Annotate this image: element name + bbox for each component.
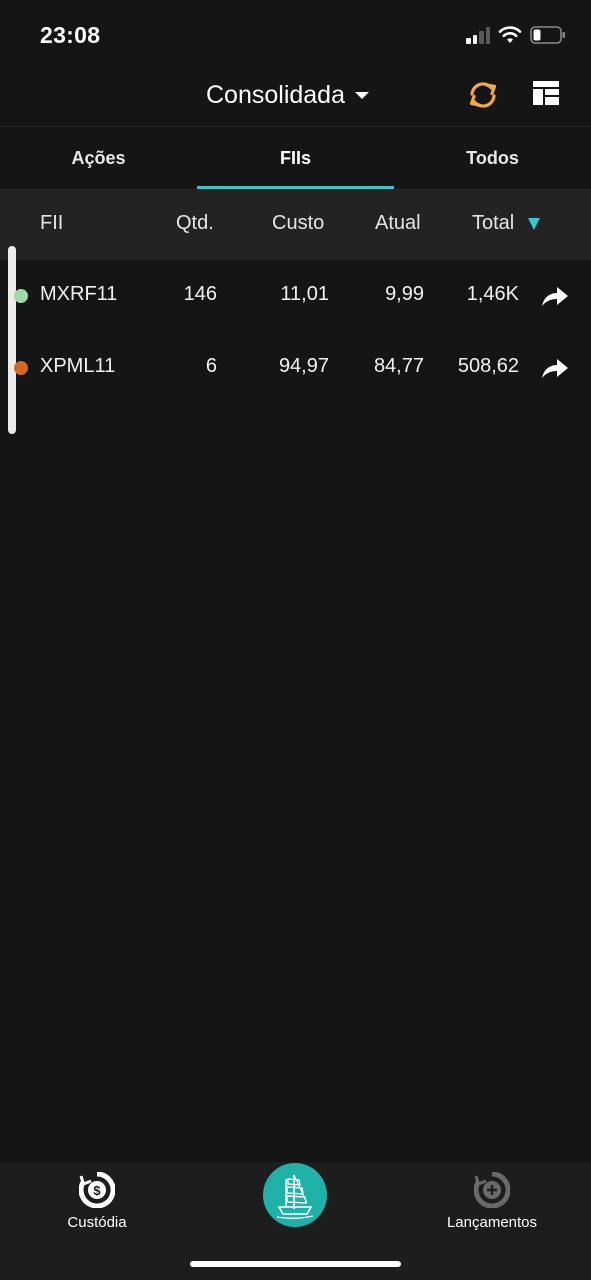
caret-down-icon <box>355 91 369 99</box>
share-icon[interactable] <box>541 285 569 307</box>
column-header-qtd[interactable]: Qtd. <box>176 212 214 235</box>
asset-tabs: Ações FIIs Todos <box>0 127 591 189</box>
portfolio-title: Consolidada <box>206 80 345 109</box>
column-header-total[interactable]: Total <box>472 212 514 235</box>
nav-label-lancamentos: Lançamentos <box>446 1214 538 1231</box>
nav-lancamentos[interactable]: Lançamentos <box>412 1162 572 1231</box>
atual-cell: 84,77 <box>373 355 424 377</box>
qtd-cell: 6 <box>205 355 217 377</box>
atual-cell: 9,99 <box>385 283 424 305</box>
sync-icon[interactable] <box>466 79 500 111</box>
asset-color-dot <box>14 289 28 303</box>
qtd-cell: 146 <box>183 283 217 305</box>
sort-descending-icon[interactable] <box>528 218 540 230</box>
table-row[interactable]: XPML11 6 94,97 84,77 508,62 <box>0 332 591 404</box>
tab-acoes[interactable]: Ações <box>0 127 197 189</box>
custo-cell: 11,01 <box>280 283 329 305</box>
add-entry-icon <box>474 1172 510 1208</box>
column-header-custo[interactable]: Custo <box>272 212 324 235</box>
custody-dollar-icon: $ <box>79 1172 115 1208</box>
status-bar: 23:08 <box>0 0 591 70</box>
ship-logo-icon <box>276 1174 314 1219</box>
status-time: 23:08 <box>40 22 101 48</box>
top-header: Consolidada <box>0 70 591 127</box>
tab-fiis[interactable]: FIIs <box>197 127 394 189</box>
ticker-cell: XPML11 <box>40 355 116 377</box>
dashboard-layout-icon[interactable] <box>533 81 559 105</box>
total-cell: 508,62 <box>457 355 519 377</box>
table-header: FII Qtd. Custo Atual Total <box>0 189 591 260</box>
battery-icon <box>530 26 565 44</box>
portfolio-selector[interactable]: Consolidada <box>206 78 369 112</box>
total-cell: 1,46K <box>466 283 519 305</box>
custo-cell: 94,97 <box>278 355 329 377</box>
ticker-cell: MXRF11 <box>40 283 118 305</box>
column-header-fii[interactable]: FII <box>40 212 63 235</box>
nav-label-custodia: Custódia <box>67 1214 127 1231</box>
cellular-signal-icon <box>466 26 492 44</box>
svg-text:$: $ <box>93 1183 101 1198</box>
tab-todos[interactable]: Todos <box>394 127 591 189</box>
asset-color-dot <box>14 361 28 375</box>
table-row[interactable]: MXRF11 146 11,01 9,99 1,46K <box>0 260 591 332</box>
center-home-button[interactable] <box>263 1163 327 1227</box>
share-icon[interactable] <box>541 357 569 379</box>
wifi-icon <box>498 26 522 43</box>
home-indicator[interactable] <box>190 1261 401 1267</box>
nav-custodia[interactable]: $ Custódia <box>17 1162 177 1231</box>
column-header-atual[interactable]: Atual <box>375 212 421 235</box>
